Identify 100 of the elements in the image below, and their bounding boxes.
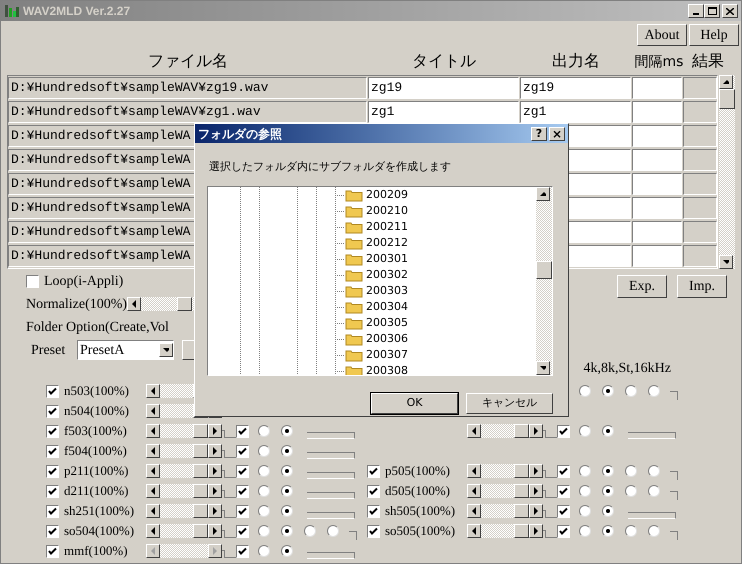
scroll-up-button[interactable] xyxy=(536,187,550,201)
checkbox[interactable] xyxy=(557,484,570,498)
checkbox[interactable] xyxy=(46,384,59,398)
scroll-left-button[interactable] xyxy=(467,464,481,478)
radio-button[interactable] xyxy=(648,465,660,477)
slider-thumb[interactable] xyxy=(514,504,529,518)
scroll-left-button[interactable] xyxy=(146,444,160,458)
radio-button[interactable] xyxy=(281,485,293,497)
interval-field[interactable] xyxy=(632,197,682,219)
radio-button[interactable] xyxy=(258,525,270,537)
checkbox[interactable] xyxy=(557,524,570,538)
interval-field[interactable] xyxy=(632,245,682,267)
slider-thumb[interactable] xyxy=(193,524,208,538)
checkbox[interactable] xyxy=(367,484,380,498)
checkbox[interactable] xyxy=(236,464,249,478)
slider-thumb[interactable] xyxy=(193,504,208,518)
scroll-left-button[interactable] xyxy=(127,297,142,311)
radio-button[interactable] xyxy=(258,505,270,517)
interval-field[interactable] xyxy=(632,125,682,147)
folder-item[interactable]: 200307 xyxy=(335,347,536,363)
scroll-left-button[interactable] xyxy=(146,464,160,478)
checkbox[interactable] xyxy=(46,444,59,458)
help-button[interactable]: ? xyxy=(531,126,547,140)
checkbox[interactable] xyxy=(46,424,59,438)
radio-button[interactable] xyxy=(602,385,614,397)
scroll-left-button[interactable] xyxy=(146,484,160,498)
title-field[interactable]: zg19 xyxy=(368,77,519,99)
slider-thumb[interactable] xyxy=(514,424,529,438)
scroll-left-button[interactable] xyxy=(146,504,160,518)
radio-button[interactable] xyxy=(625,485,637,497)
dropdown-arrow-button[interactable] xyxy=(159,343,173,357)
radio-button[interactable] xyxy=(258,445,270,457)
folder-tree[interactable]: 200209 200210 200211 200212 200301 200302 200303 200304 200305 200306 200307 200308 xyxy=(207,186,553,376)
radio-button[interactable] xyxy=(281,525,293,537)
scroll-thumb[interactable] xyxy=(719,89,735,109)
preset-dropdown[interactable]: PresetA xyxy=(77,340,174,360)
slider[interactable] xyxy=(146,444,222,458)
checkbox[interactable] xyxy=(46,464,59,478)
toolbar-button[interactable]: Help xyxy=(689,24,739,46)
slider[interactable] xyxy=(467,504,543,518)
scroll-thumb[interactable] xyxy=(536,261,552,279)
checkbox[interactable] xyxy=(367,464,380,478)
slider-thumb[interactable] xyxy=(514,524,529,538)
tree-scrollbar[interactable] xyxy=(536,187,552,375)
scroll-left-button[interactable] xyxy=(146,524,160,538)
interval-field[interactable] xyxy=(632,173,682,195)
slider[interactable] xyxy=(146,464,222,478)
radio-button[interactable] xyxy=(579,485,591,497)
scroll-left-button[interactable] xyxy=(467,524,481,538)
slider-thumb[interactable] xyxy=(193,484,208,498)
radio-button[interactable] xyxy=(602,485,614,497)
checkbox[interactable] xyxy=(46,404,59,418)
scroll-right-button[interactable] xyxy=(208,524,222,538)
scroll-right-button[interactable] xyxy=(208,484,222,498)
radio-button[interactable] xyxy=(602,525,614,537)
slider[interactable] xyxy=(146,424,222,438)
radio-button[interactable] xyxy=(625,465,637,477)
scroll-right-button[interactable] xyxy=(208,444,222,458)
radio-button[interactable] xyxy=(648,525,660,537)
radio-button[interactable] xyxy=(579,505,591,517)
scroll-right-button[interactable] xyxy=(208,464,222,478)
radio-button[interactable] xyxy=(579,465,591,477)
checkbox[interactable] xyxy=(46,504,59,518)
scroll-left-button[interactable] xyxy=(467,484,481,498)
radio-button[interactable] xyxy=(602,465,614,477)
scroll-left-button[interactable] xyxy=(146,424,160,438)
folder-item[interactable]: 200302 xyxy=(335,267,536,283)
slider[interactable] xyxy=(146,524,222,538)
radio-button[interactable] xyxy=(281,505,293,517)
slider[interactable] xyxy=(467,464,543,478)
dialog-button[interactable]: OK xyxy=(371,393,458,414)
folder-item[interactable]: 200306 xyxy=(335,331,536,347)
output-field[interactable]: zg1 xyxy=(520,101,631,123)
radio-button[interactable] xyxy=(602,425,614,437)
radio-button[interactable] xyxy=(625,525,637,537)
scroll-right-button[interactable] xyxy=(529,504,543,518)
minimize-button[interactable] xyxy=(688,4,704,18)
close-button[interactable]: × xyxy=(549,126,565,140)
radio-button[interactable] xyxy=(579,385,591,397)
scroll-left-button[interactable] xyxy=(467,504,481,518)
checkbox[interactable] xyxy=(236,524,249,538)
scroll-down-button[interactable] xyxy=(536,361,550,375)
toolbar-button[interactable]: About xyxy=(637,24,687,46)
checkbox[interactable] xyxy=(557,424,570,438)
scrollbar[interactable] xyxy=(719,75,735,269)
radio-button[interactable] xyxy=(579,525,591,537)
interval-field[interactable] xyxy=(632,77,682,99)
slider[interactable] xyxy=(467,524,543,538)
checkbox[interactable] xyxy=(236,424,249,438)
scroll-left-button[interactable] xyxy=(146,384,160,398)
scroll-right-button[interactable] xyxy=(208,424,222,438)
radio-button[interactable] xyxy=(281,465,293,477)
radio-button[interactable] xyxy=(625,385,637,397)
checkbox[interactable] xyxy=(367,504,380,518)
scroll-right-button[interactable] xyxy=(529,524,543,538)
scroll-down-button[interactable] xyxy=(719,255,733,269)
radio-button[interactable] xyxy=(648,485,660,497)
radio-button[interactable] xyxy=(327,525,339,537)
title-field[interactable]: zg1 xyxy=(368,101,519,123)
slider[interactable] xyxy=(467,424,543,438)
